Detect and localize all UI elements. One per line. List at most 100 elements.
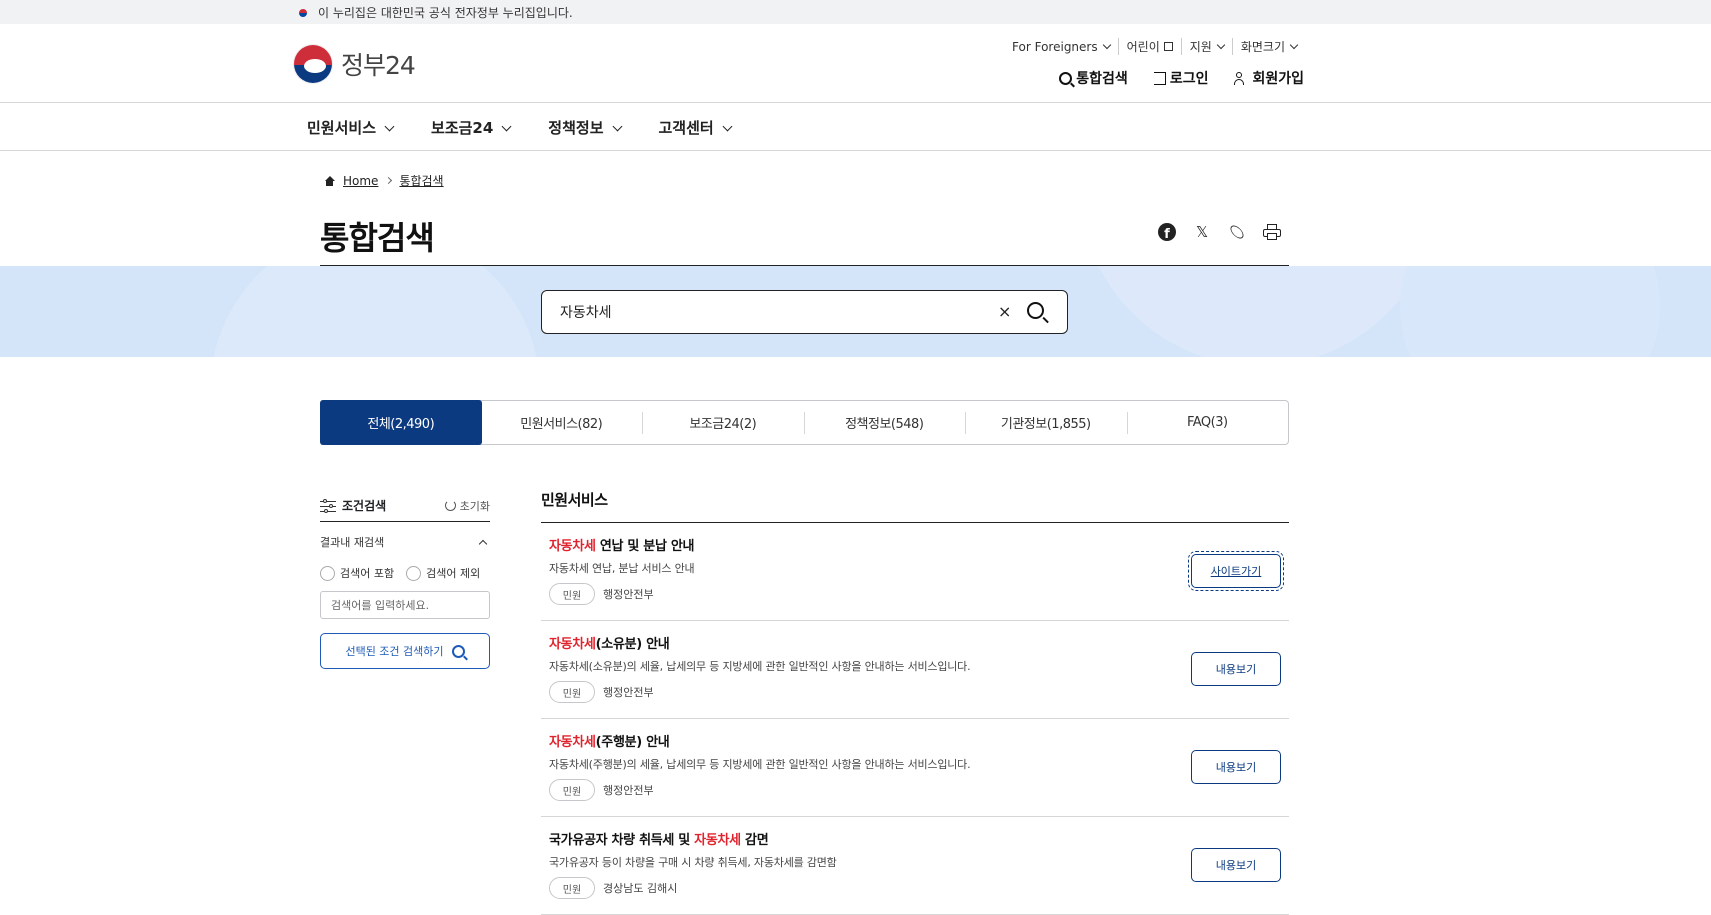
search-box: × [541,290,1068,334]
login-label: 로그인 [1169,71,1209,87]
logo-text: 정부24 [341,51,416,80]
condition-search-button[interactable]: 선택된 조건 검색하기 [320,633,490,669]
result-desc: 자동차세 연납, 분납 서비스 안내 [549,562,695,575]
refine-search-header[interactable]: 결과내 재검색 [320,534,490,550]
result-title[interactable]: 자동차세 연납 및 분납 안내 [549,535,1281,554]
taegeuk-logo-icon [293,44,333,84]
breadcrumb-home[interactable]: Home [343,174,378,188]
result-desc: 자동차세(주행분)의 세율, 납세의무 등 지방세에 관한 일반적인 사항을 안… [549,758,971,771]
search-icon [1059,71,1073,85]
util-label: 화면크기 [1240,40,1285,54]
condition-search-label: 선택된 조건 검색하기 [345,645,444,658]
title-highlight: 자동차세 [549,539,596,554]
refine-search-input[interactable] [320,591,490,619]
filter-title: 조건검색 [320,497,386,514]
auth-menu: 통합검색 로그인 회원가입 [1059,68,1304,88]
page-title: 통합검색 [320,219,435,257]
result-tabs: 전체(2,490) 민원서비스(82) 보조금24(2) 정책정보(548) 기… [320,400,1289,445]
header: 정부24 For Foreigners 어린이 지원 화면크기 통합검색 로그인… [0,24,1711,103]
chevron-down-icon [722,121,733,131]
tab-policy[interactable]: 정책정보(548) [803,401,966,444]
nav-civil-service[interactable]: 민원서비스 [307,117,395,138]
util-support[interactable]: 지원 [1180,38,1232,55]
include-option[interactable]: 검색어 포함 [320,565,394,581]
nav-customer-center[interactable]: 고객센터 [658,117,733,138]
sliders-icon [320,498,336,513]
external-link-icon [1163,42,1173,51]
title-text: 감면 [740,833,769,848]
results-section-title: 민원서비스 [541,487,1289,523]
util-for-foreigners[interactable]: For Foreigners [1004,40,1118,54]
title-highlight: 자동차세 [549,637,596,652]
integrated-search-link[interactable]: 통합검색 [1059,68,1128,88]
korea-flag-icon [295,7,311,19]
result-title[interactable]: 자동차세(주행분) 안내 [549,731,1281,750]
logo[interactable]: 정부24 [293,44,416,84]
exclude-label: 검색어 제외 [426,567,481,580]
facebook-icon: f [1158,223,1176,241]
search-icon [451,644,465,658]
refine-options: 검색어 포함 검색어 제외 [320,565,490,581]
result-desc: 자동차세(소유분)의 세율, 납세의무 등 지방세에 관한 일반적인 사항을 안… [549,660,971,673]
result-desc: 국가유공자 등이 차량을 구매 시 차량 취득세, 자동차세를 감면함 [549,856,837,869]
result-title[interactable]: 국가유공자 차량 취득세 및 자동차세 감면 [549,829,1281,848]
result-title[interactable]: 자동차세(소유분) 안내 [549,633,1281,652]
auth-search-label: 통합검색 [1076,71,1128,87]
search-input[interactable] [560,301,960,323]
util-kids[interactable]: 어린이 [1117,38,1181,55]
chevron-down-icon [1216,40,1226,50]
copy-link-button[interactable] [1227,222,1247,242]
nav-label: 정책정보 [548,119,604,137]
tab-civil-service[interactable]: 민원서비스(82) [481,401,643,444]
signup-link[interactable]: 회원가입 [1234,68,1304,88]
reset-button[interactable]: 초기화 [444,498,490,514]
tab-agency[interactable]: 기관정보(1,855) [965,401,1127,444]
tab-faq[interactable]: FAQ(3) [1126,401,1289,444]
chevron-down-icon [612,121,622,131]
tab-subsidy[interactable]: 보조금24(2) [642,401,804,444]
login-icon [1153,71,1166,85]
result-item: 자동차세(주행분) 안내 자동차세(주행분)의 세율, 납세의무 등 지방세에 … [541,719,1289,817]
nav-label: 고객센터 [658,119,714,137]
facebook-share-button[interactable]: f [1157,222,1177,242]
go-site-button[interactable]: 사이트가기 [1188,551,1284,591]
exclude-option[interactable]: 검색어 제외 [406,565,480,581]
title-text: 국가유공자 차량 취득세 및 [549,833,695,848]
clear-icon[interactable]: × [998,302,1011,321]
category-badge: 민원 [549,877,595,899]
search-icon [1027,302,1044,319]
exclude-radio[interactable] [406,565,422,581]
x-icon: 𝕏 [1195,223,1209,241]
view-content-button[interactable]: 내용보기 [1191,750,1281,784]
view-content-button[interactable]: 내용보기 [1191,652,1281,686]
refine-search-label: 결과내 재검색 [320,536,385,549]
include-radio[interactable] [320,565,335,581]
login-link[interactable]: 로그인 [1153,68,1209,88]
main-nav: 민원서비스 보조금24 정책정보 고객센터 [0,103,1711,151]
filter-panel: 조건검색 초기화 결과내 재검색 검색어 포함 검색어 제외 선택된 조건 검색… [320,490,490,669]
view-content-button[interactable]: 내용보기 [1191,848,1281,882]
util-screen-size[interactable]: 화면크기 [1231,38,1305,55]
include-label: 검색어 포함 [340,567,395,580]
nav-subsidy[interactable]: 보조금24 [431,117,512,138]
signup-label: 회원가입 [1252,71,1304,87]
util-label: 지원 [1189,40,1212,54]
print-button[interactable] [1262,222,1282,242]
chevron-right-icon [385,176,393,185]
nav-label: 민원서비스 [307,119,377,137]
tab-all[interactable]: 전체(2,490) [320,400,482,445]
result-item: 자동차세(소유분) 안내 자동차세(소유분)의 세율, 납세의무 등 지방세에 … [541,621,1289,719]
title-highlight: 자동차세 [549,735,596,750]
title-text: (소유분) 안내 [595,637,670,652]
results-section: 민원서비스 자동차세 연납 및 분납 안내 자동차세 연납, 분납 서비스 안내… [541,487,1289,915]
nav-policy[interactable]: 정책정보 [548,117,622,138]
result-org: 행정안전부 [603,784,654,797]
search-submit-button[interactable] [1027,302,1044,323]
x-share-button[interactable]: 𝕏 [1192,222,1212,242]
breadcrumb-current[interactable]: 통합검색 [399,172,443,189]
paperclip-icon [1228,223,1246,241]
chevron-down-icon [1102,40,1111,50]
share-tools: f 𝕏 [1157,222,1282,242]
gov-banner-text: 이 누리집은 대한민국 공식 전자정부 누리집입니다. [318,6,573,20]
category-badge: 민원 [549,779,595,801]
